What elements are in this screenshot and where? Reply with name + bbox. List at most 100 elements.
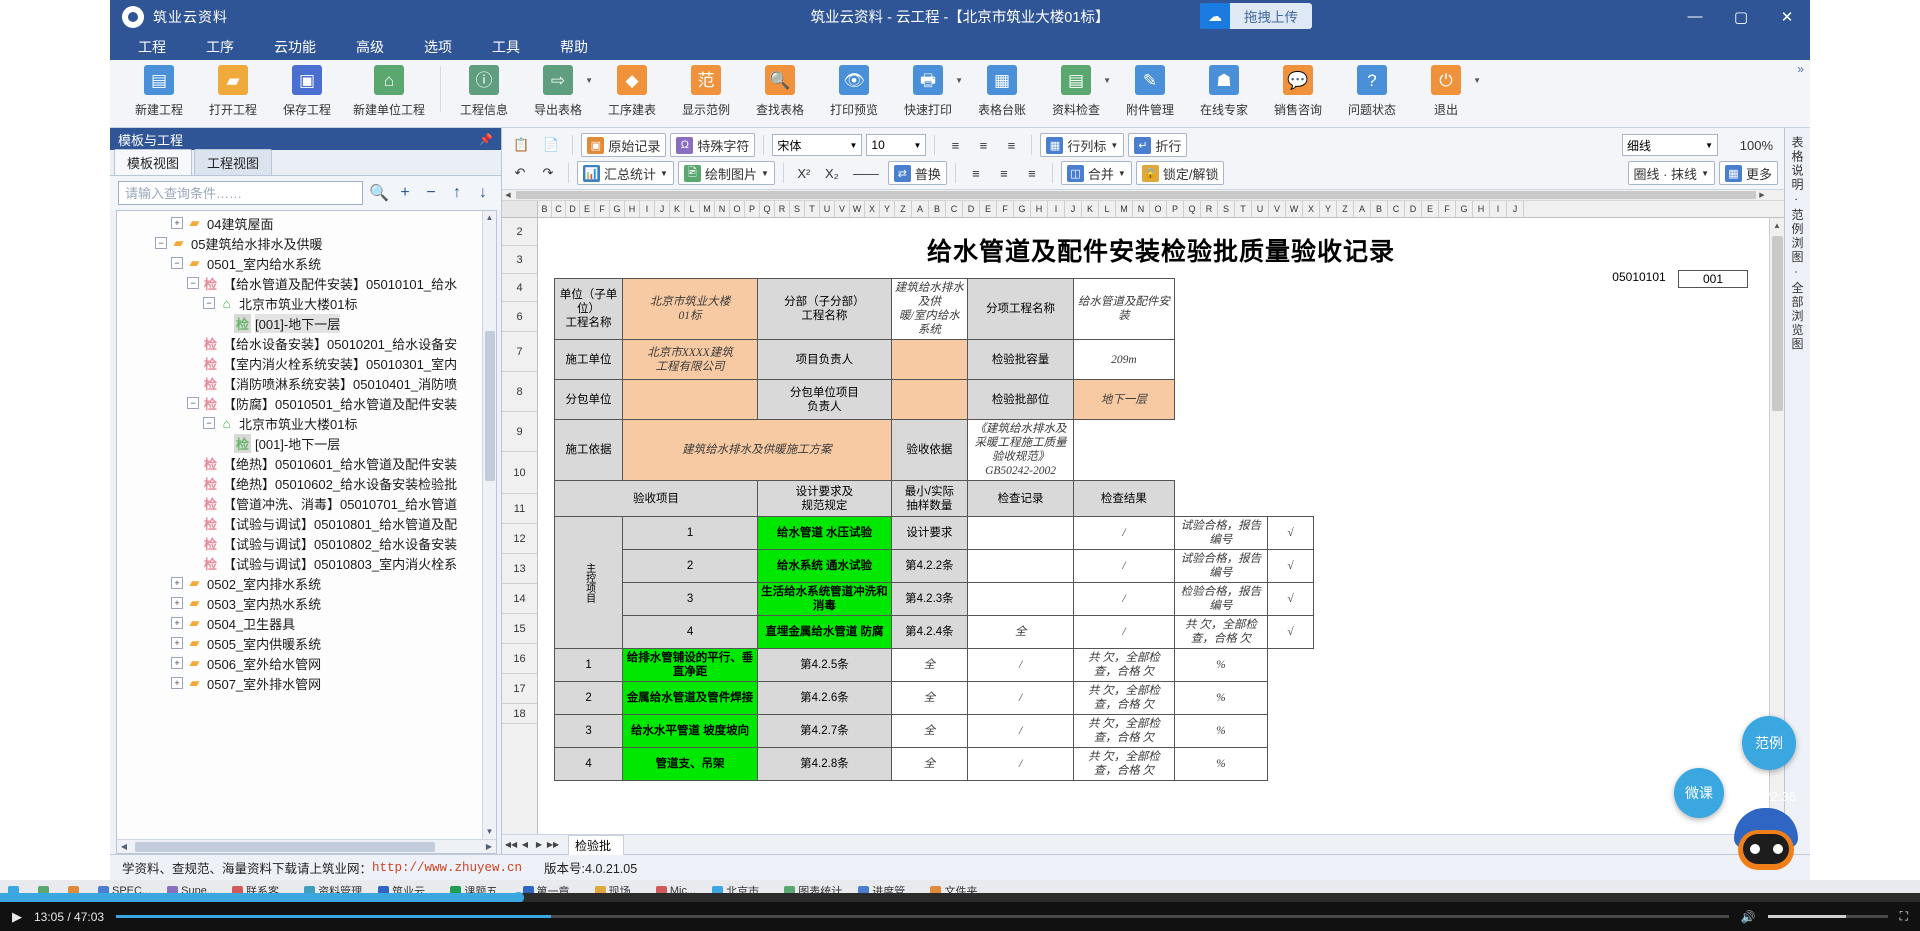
redo-icon[interactable]: ↷ bbox=[536, 161, 560, 185]
collapse-icon[interactable]: − bbox=[203, 297, 215, 309]
tree-node[interactable]: 检【消防喷淋系统安装】05010401_消防喷 bbox=[117, 373, 496, 393]
form-cell[interactable]: 分包单位项目 负责人 bbox=[757, 379, 892, 421]
column-header-AZ[interactable]: Z bbox=[1337, 201, 1354, 217]
play-button[interactable]: ▶ bbox=[12, 909, 22, 925]
expand-icon[interactable]: + bbox=[171, 637, 183, 649]
tree-node[interactable]: 检【室内消火栓系统安装】05010301_室内 bbox=[117, 353, 496, 373]
form-cell[interactable]: 共 欠，全部检查，合格 欠 bbox=[1173, 615, 1269, 650]
section-label-cell[interactable]: 主控项目 bbox=[553, 516, 624, 650]
move-up-icon[interactable]: ↑ bbox=[447, 184, 467, 202]
sheet-hscroll-thumb[interactable] bbox=[516, 191, 1756, 199]
form-cell[interactable]: 2 bbox=[622, 549, 759, 584]
column-header-AN[interactable]: N bbox=[1133, 201, 1150, 217]
form-cell[interactable]: 建筑给水排水及供暖施工方案 bbox=[622, 419, 892, 482]
column-header-AS[interactable]: S bbox=[1218, 201, 1235, 217]
collapse-icon[interactable]: − bbox=[155, 237, 167, 249]
menu-item-4[interactable]: 选项 bbox=[418, 35, 458, 59]
tree-node[interactable]: 检 [001]-地下一层 bbox=[117, 433, 496, 453]
tree-node[interactable]: + ▰ 04建筑屋面 bbox=[117, 213, 496, 233]
paste-icon[interactable]: 📄 bbox=[538, 133, 564, 157]
form-cell[interactable]: 共 欠，全部检查，合格 欠 bbox=[1073, 648, 1175, 683]
form-cell[interactable]: 3 bbox=[553, 714, 624, 749]
row-header-13[interactable]: 13 bbox=[502, 554, 537, 584]
column-header-AX[interactable]: X bbox=[1303, 201, 1320, 217]
tree-node[interactable]: − ⌂ 北京市筑业大楼01标 bbox=[117, 293, 496, 313]
tree-node[interactable]: + ▰ 0502_室内排水系统 bbox=[117, 573, 496, 593]
form-cell[interactable]: 3 bbox=[622, 582, 759, 617]
column-header-AK[interactable]: K bbox=[1082, 201, 1099, 217]
ribbon-button-查找表格[interactable]: 🔍 查找表格 bbox=[743, 60, 817, 126]
form-cell[interactable]: 最小/实际 抽样数量 bbox=[890, 480, 968, 518]
form-cell[interactable]: 设计要求 bbox=[890, 516, 968, 551]
tree-vscroll-thumb[interactable] bbox=[485, 331, 495, 481]
form-cell[interactable]: √ bbox=[1267, 615, 1314, 650]
ribbon-button-退出[interactable]: ⏻ 退出 ▼ bbox=[1409, 60, 1483, 126]
chevron-down-icon[interactable]: ▼ bbox=[955, 76, 963, 85]
column-header-X[interactable]: X bbox=[865, 201, 880, 217]
form-cell[interactable]: 第4.2.2条 bbox=[890, 549, 968, 584]
menu-item-1[interactable]: 工序 bbox=[200, 35, 240, 59]
chevron-down-icon[interactable]: ▼ bbox=[1473, 76, 1481, 85]
row-marker-button[interactable]: ▦ 行列标 ▼ bbox=[1040, 133, 1125, 157]
form-cell[interactable]: 209m bbox=[1073, 339, 1175, 381]
column-header-L[interactable]: L bbox=[685, 201, 700, 217]
close-button[interactable]: ✕ bbox=[1764, 0, 1810, 33]
row-header-11[interactable]: 11 bbox=[502, 494, 537, 524]
form-cell[interactable]: 管道支、吊架 bbox=[622, 747, 759, 782]
column-header-U[interactable]: U bbox=[820, 201, 835, 217]
form-cell[interactable]: √ bbox=[1267, 549, 1314, 584]
scroll-right-arrow-icon[interactable]: ▶ bbox=[482, 842, 496, 851]
ribbon-button-表格台账[interactable]: ▦ 表格台账 bbox=[965, 60, 1039, 126]
ribbon-button-显示范例[interactable]: 范显示范例 bbox=[669, 60, 743, 126]
form-cell[interactable]: / bbox=[1073, 516, 1175, 551]
tree-node[interactable]: + ▰ 0504_卫生器具 bbox=[117, 613, 496, 633]
column-header-Q[interactable]: Q bbox=[760, 201, 775, 217]
row-header-12[interactable]: 12 bbox=[502, 524, 537, 554]
merge-cells-button[interactable]: ◫ 合并 ▼ bbox=[1060, 161, 1132, 185]
scroll-right-arrow-icon[interactable]: ▶ bbox=[1756, 190, 1768, 201]
form-cell[interactable]: 验收依据 bbox=[890, 419, 968, 482]
tree-vertical-scrollbar[interactable]: ▲ ▼ bbox=[482, 211, 496, 839]
form-cell[interactable]: 第4.2.4条 bbox=[890, 615, 968, 650]
align-center-icon[interactable]: ≡ bbox=[971, 133, 995, 157]
form-cell[interactable] bbox=[966, 516, 1075, 551]
column-header-F[interactable]: F bbox=[595, 201, 610, 217]
ribbon-button-新建工程[interactable]: ▤ 新建工程 bbox=[122, 60, 196, 126]
column-header-BH[interactable]: H bbox=[1473, 201, 1490, 217]
fullscreen-icon[interactable]: ⛶ bbox=[1900, 909, 1908, 924]
ribbon-button-在线专家[interactable]: ☗ 在线专家 bbox=[1187, 60, 1261, 126]
form-cell[interactable]: 分部（子分部） 工程名称 bbox=[757, 277, 892, 341]
form-cell[interactable]: 4 bbox=[622, 615, 759, 650]
menu-item-6[interactable]: 帮助 bbox=[554, 35, 594, 59]
column-header-AY[interactable]: Y bbox=[1320, 201, 1337, 217]
menu-item-2[interactable]: 云功能 bbox=[268, 35, 322, 59]
row-header-15[interactable]: 15 bbox=[502, 614, 537, 644]
select-all-corner[interactable] bbox=[502, 201, 538, 217]
column-header-AM[interactable]: M bbox=[1116, 201, 1133, 217]
align-left-icon[interactable]: ≡ bbox=[943, 133, 967, 157]
column-header-AJ[interactable]: J bbox=[1065, 201, 1082, 217]
inspection-item-row[interactable]: 3 生活给水系统管道冲洗和消毒 第4.2.3条 / 检验合格，报告编号 √ bbox=[555, 582, 1314, 617]
form-cell[interactable]: 全 bbox=[890, 714, 968, 749]
form-cell[interactable]: 《建筑给水排水及采暖工程施工质量 验收规范》GB50242-2002 bbox=[966, 419, 1075, 482]
form-cell[interactable] bbox=[890, 339, 968, 381]
column-header-W[interactable]: W bbox=[850, 201, 865, 217]
form-cell[interactable]: 全 bbox=[890, 747, 968, 782]
video-seek-track[interactable] bbox=[116, 915, 1729, 918]
form-cell[interactable]: 检查记录 bbox=[966, 480, 1075, 518]
form-cell[interactable]: % bbox=[1173, 681, 1269, 716]
form-cell[interactable]: 设计要求及 规范规定 bbox=[757, 480, 892, 518]
panel-tab-1[interactable]: 工程视图 bbox=[194, 149, 273, 175]
row-header-6[interactable]: 6 bbox=[502, 302, 537, 332]
column-header-AC[interactable]: C bbox=[946, 201, 963, 217]
column-header-BE[interactable]: E bbox=[1422, 201, 1439, 217]
column-header-Y[interactable]: Y bbox=[880, 201, 895, 217]
valign-middle-icon[interactable]: ≡ bbox=[992, 161, 1016, 185]
column-header-Z[interactable]: Z bbox=[895, 201, 912, 217]
expand-icon[interactable]: + bbox=[171, 657, 183, 669]
ribbon-button-销售咨询[interactable]: 💬 销售咨询 bbox=[1261, 60, 1335, 126]
column-header-T[interactable]: T bbox=[805, 201, 820, 217]
wrap-button[interactable]: ↵ 折行 bbox=[1128, 133, 1188, 157]
tree-node[interactable]: 检【给水设备安装】05010201_给水设备安 bbox=[117, 333, 496, 353]
form-cell[interactable]: 生活给水系统管道冲洗和消毒 bbox=[757, 582, 892, 617]
